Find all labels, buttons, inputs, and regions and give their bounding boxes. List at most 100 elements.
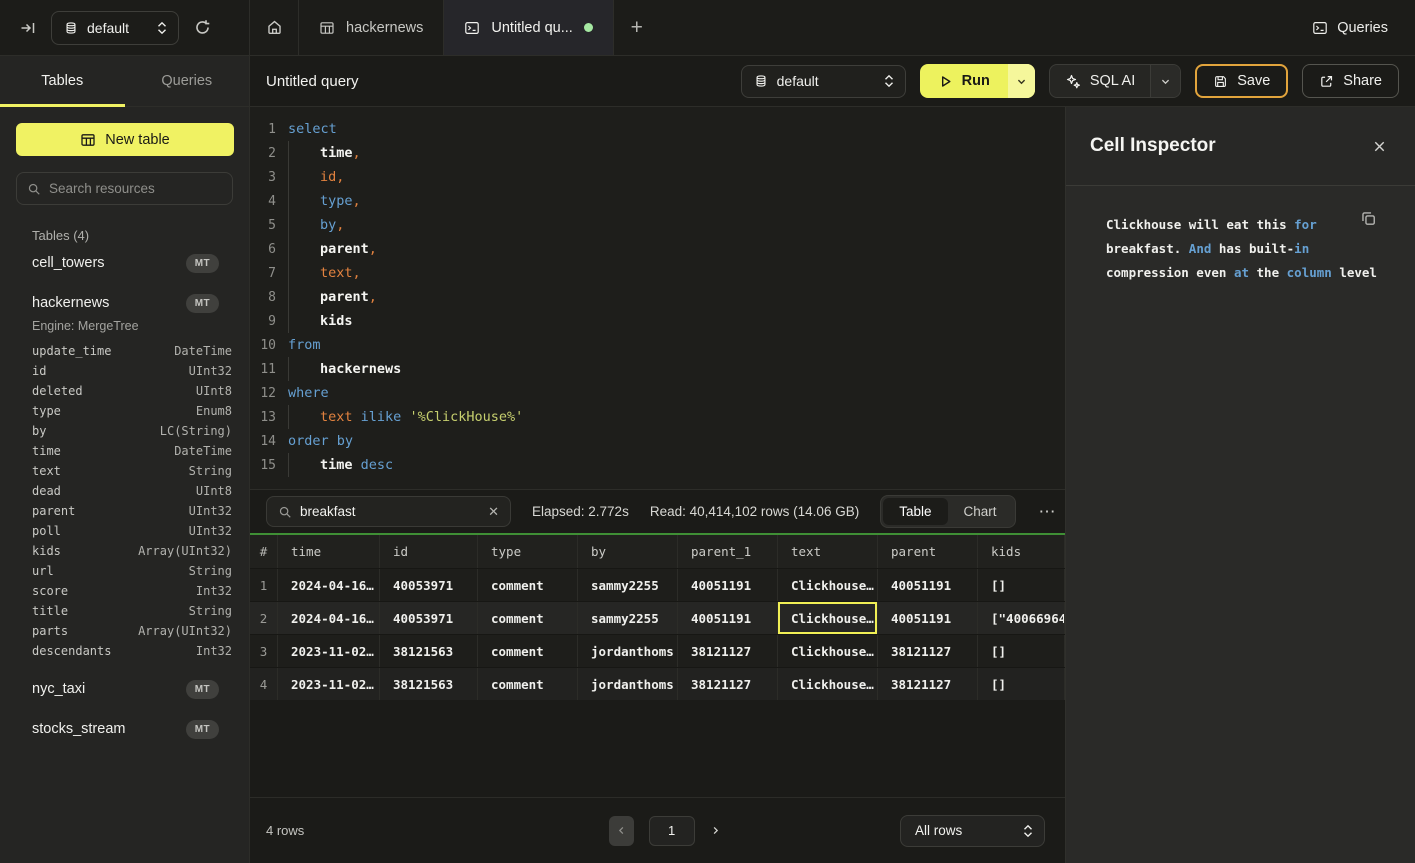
editor-line: 3id, [250, 165, 1065, 189]
tables-section-label: Tables (4) [32, 228, 249, 243]
editor-line: 4type, [250, 189, 1065, 213]
query-title: Untitled query [266, 73, 359, 90]
line-number: 14 [250, 434, 276, 449]
sidebar-search[interactable] [16, 172, 233, 205]
cell[interactable]: 40053971 [380, 602, 478, 634]
row-number[interactable]: 2 [250, 602, 278, 634]
column-header-parent[interactable]: parent [878, 535, 978, 568]
sidebar-tab-queries[interactable]: Queries [125, 56, 250, 106]
run-options-button[interactable] [1008, 64, 1035, 98]
column-header-rownum[interactable]: # [250, 535, 278, 568]
new-table-button[interactable]: New table [16, 123, 234, 156]
tab-hackernews[interactable]: hackernews [299, 0, 444, 55]
cell[interactable]: 2023-11-02… [278, 668, 380, 700]
cell[interactable]: 38121127 [678, 635, 778, 667]
cell[interactable]: [] [978, 569, 1065, 601]
schema-column: scoreInt32 [32, 581, 232, 601]
next-page-button[interactable] [710, 825, 721, 836]
row-number[interactable]: 3 [250, 635, 278, 667]
cell[interactable]: [] [978, 635, 1065, 667]
sidebar-search-input[interactable] [49, 181, 222, 196]
cell[interactable]: 40053971 [380, 569, 478, 601]
cell[interactable]: 40051191 [878, 569, 978, 601]
save-button[interactable]: Save [1195, 64, 1288, 98]
tab-untitled-query[interactable]: Untitled qu... [444, 0, 613, 55]
page-size-selector[interactable]: All rows [900, 815, 1045, 847]
column-name: text [32, 464, 61, 478]
cell[interactable]: 38121127 [878, 668, 978, 700]
sidebar-table-hackernews[interactable]: hackernewsMT [32, 283, 219, 323]
cell[interactable]: 38121563 [380, 635, 478, 667]
sub-header: Tables Queries Untitled query default [0, 56, 1415, 107]
cell[interactable]: comment [478, 569, 578, 601]
sidebar-table-cell_towers[interactable]: cell_towersMT [32, 243, 219, 283]
run-button[interactable]: Run [920, 64, 1035, 98]
cell[interactable]: 40051191 [678, 602, 778, 634]
cell[interactable]: 38121127 [878, 635, 978, 667]
refresh-button[interactable] [194, 19, 211, 36]
sql-ai-label: SQL AI [1090, 73, 1135, 89]
results-search-input[interactable] [300, 504, 480, 519]
cell[interactable]: Clickhouse… [778, 635, 878, 667]
toolbar-database-selector[interactable]: default [741, 65, 906, 98]
run-button-main[interactable]: Run [920, 64, 1008, 98]
column-header-type[interactable]: type [478, 535, 578, 568]
sql-ai-main[interactable]: SQL AI [1050, 65, 1150, 97]
cell[interactable]: 40051191 [878, 602, 978, 634]
cell[interactable]: 38121127 [678, 668, 778, 700]
cell[interactable]: comment [478, 668, 578, 700]
cell[interactable]: sammy2255 [578, 569, 678, 601]
column-header-parent_1[interactable]: parent_1 [678, 535, 778, 568]
cell[interactable]: Clickhouse… [778, 602, 878, 634]
row-number[interactable]: 4 [250, 668, 278, 700]
topbar-database-selector[interactable]: default [51, 11, 179, 45]
new-tab-button[interactable]: + [614, 0, 660, 55]
home-tab[interactable] [250, 0, 299, 55]
column-header-time[interactable]: time [278, 535, 380, 568]
cell[interactable]: comment [478, 602, 578, 634]
cell[interactable]: sammy2255 [578, 602, 678, 634]
cell[interactable]: 2023-11-02… [278, 635, 380, 667]
view-toggle-table[interactable]: Table [883, 498, 947, 525]
cell[interactable]: [] [978, 668, 1065, 700]
sql-ai-button[interactable]: SQL AI [1049, 64, 1181, 98]
column-header-id[interactable]: id [380, 535, 478, 568]
results-table-body: 12024-04-16…40053971commentsammy22554005… [250, 568, 1065, 700]
cell-value-line: breakfast. And has built-in [1106, 237, 1379, 261]
view-toggle-chart[interactable]: Chart [948, 498, 1013, 525]
close-inspector-button[interactable] [1372, 139, 1387, 154]
save-icon [1213, 74, 1228, 89]
workspace: 1select2time,3id,4type,5by,6parent,7text… [250, 107, 1065, 863]
share-button[interactable]: Share [1302, 64, 1399, 98]
sidebar-table-stocks_stream[interactable]: stocks_streamMT [32, 709, 219, 749]
cell[interactable]: Clickhouse… [778, 668, 878, 700]
column-header-text[interactable]: text [778, 535, 878, 568]
collapse-sidebar-button[interactable] [20, 20, 36, 36]
copy-cell-button[interactable] [1360, 210, 1377, 227]
sql-editor[interactable]: 1select2time,3id,4type,5by,6parent,7text… [250, 107, 1065, 490]
code-line: select [288, 121, 337, 137]
cell[interactable]: jordanthoms [578, 635, 678, 667]
cell[interactable]: comment [478, 635, 578, 667]
schema-column: typeEnum8 [32, 401, 232, 421]
column-header-kids[interactable]: kids [978, 535, 1065, 568]
sidebar-tab-tables[interactable]: Tables [0, 56, 125, 106]
cell[interactable]: 40051191 [678, 569, 778, 601]
previous-page-button[interactable] [609, 816, 634, 846]
cell[interactable]: jordanthoms [578, 668, 678, 700]
clear-search-button[interactable]: ✕ [488, 504, 499, 520]
cell[interactable]: 38121563 [380, 668, 478, 700]
queries-menu-button[interactable]: Queries [1312, 0, 1415, 55]
page-number-input[interactable] [649, 816, 695, 846]
sidebar-table-nyc_taxi[interactable]: nyc_taxiMT [32, 669, 219, 709]
column-header-by[interactable]: by [578, 535, 678, 568]
results-search[interactable]: ✕ [266, 496, 511, 527]
row-number[interactable]: 1 [250, 569, 278, 601]
sql-ai-options-button[interactable] [1150, 65, 1180, 97]
cell[interactable]: 2024-04-16… [278, 569, 380, 601]
cell[interactable]: Clickhouse… [778, 569, 878, 601]
more-options-button[interactable]: ⋯ [1037, 502, 1059, 522]
code-line: type, [288, 193, 361, 209]
cell[interactable]: 2024-04-16… [278, 602, 380, 634]
cell[interactable]: ["40066964… [978, 602, 1065, 634]
